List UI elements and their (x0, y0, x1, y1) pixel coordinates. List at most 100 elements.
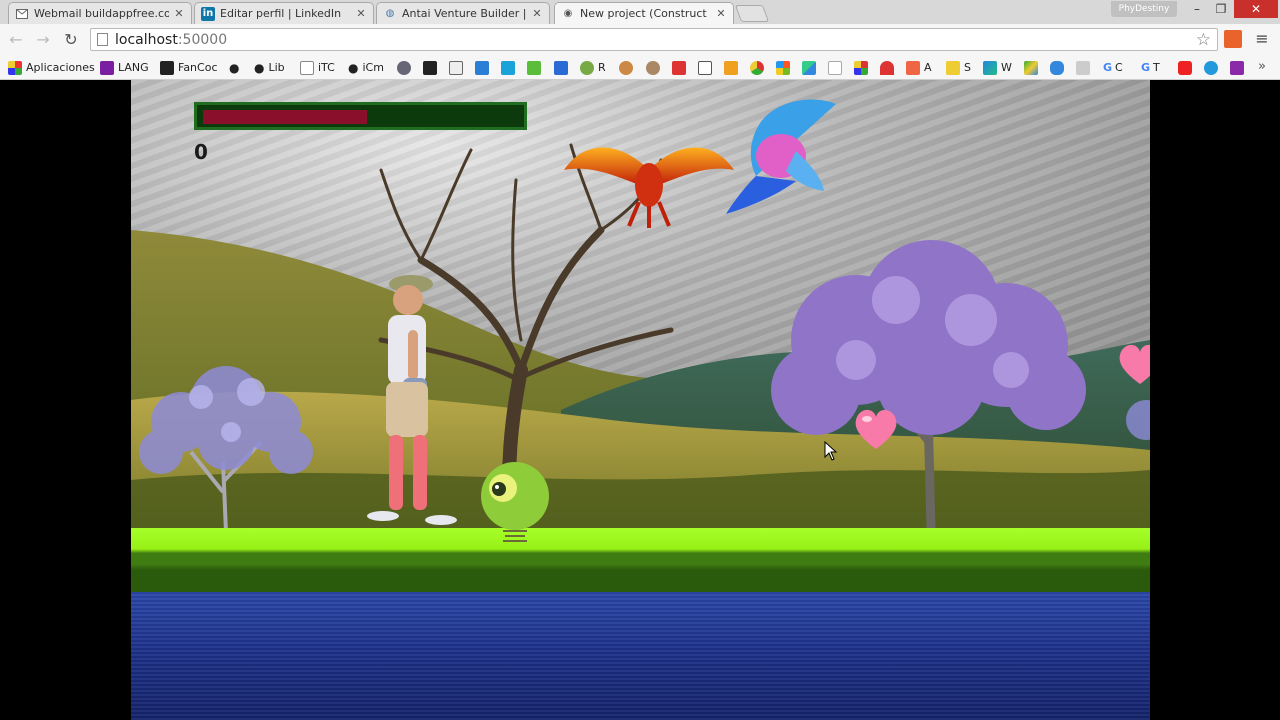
bookmark-icon-only[interactable] (1050, 59, 1068, 76)
jacaranda-tree (771, 240, 1086, 530)
bookmark-c[interactable]: G C (1103, 59, 1123, 76)
bookmark-a[interactable]: A (906, 59, 932, 76)
bookmarks-bar: Aplicaciones LANG FanCoc ● ● Lib iTC ● i… (0, 55, 1280, 80)
bookmark-label: FanCoc (178, 61, 218, 74)
restore-icon[interactable]: ❐ (1208, 0, 1234, 18)
tab-title: Editar perfil | LinkedIn (220, 7, 342, 20)
close-icon[interactable]: ✕ (531, 7, 543, 20)
bookmark-icon-only[interactable] (698, 59, 716, 76)
bookmark-icon (160, 60, 174, 75)
bookmark-label: iCm (362, 61, 384, 74)
health-bar (194, 102, 527, 130)
url-text: localhost:50000 (115, 32, 227, 48)
bookmark-label: S (964, 61, 971, 74)
bookmark-icon-only[interactable] (1204, 59, 1222, 76)
game-canvas[interactable]: 0 (131, 80, 1150, 720)
bookmark-icon-only[interactable] (802, 59, 820, 76)
bolt-icon (946, 60, 960, 75)
drive-icon (1024, 60, 1038, 75)
more-bookmarks-icon[interactable]: » (1258, 59, 1266, 74)
bookmark-icon-only[interactable] (1024, 59, 1042, 76)
page-icon (97, 33, 108, 46)
bookmark-itc[interactable]: iTC (300, 59, 335, 76)
bookmark-icm[interactable]: ● iCm (348, 59, 384, 76)
windows-icon (776, 60, 790, 75)
menu-icon[interactable]: ≡ (1255, 30, 1269, 48)
tab-title: New project (Construct 2 (580, 7, 711, 20)
tab-linkedin[interactable]: in Editar perfil | LinkedIn ✕ (194, 2, 374, 24)
bookmark-icon-only[interactable] (449, 59, 467, 76)
close-icon[interactable]: ✕ (715, 7, 727, 20)
partial-lilac-tree (1126, 400, 1150, 440)
bookmark-icon-only[interactable] (750, 59, 768, 76)
bookmark-fancoc[interactable]: FanCoc (160, 59, 218, 76)
reload-icon[interactable]: ↻ (60, 29, 82, 51)
bookmark-star-icon[interactable]: ☆ (1196, 30, 1211, 50)
people-icon (580, 60, 594, 75)
bookmark-icon (100, 60, 114, 75)
globe-icon: ◍ (385, 8, 395, 19)
bookmark-r[interactable]: R (580, 59, 606, 76)
minimize-icon[interactable]: – (1184, 0, 1210, 18)
extension-icon[interactable] (1224, 30, 1242, 48)
health-bar-fill (203, 110, 367, 124)
purple-app-icon (1230, 60, 1244, 75)
bookmark-aplicaciones[interactable]: Aplicaciones (8, 59, 95, 76)
upwork-icon (527, 60, 541, 75)
bookmark-icon-only[interactable] (672, 59, 690, 76)
bookmark-icon (300, 60, 314, 75)
browser-toolbar: ← → ↻ localhost:50000 ☆ (0, 24, 1280, 55)
bookmark-lang[interactable]: LANG (100, 59, 149, 76)
google-icon: G (1103, 61, 1113, 74)
play-store-icon (802, 60, 816, 75)
bookmark-icon-only[interactable] (1230, 59, 1248, 76)
tab-antai[interactable]: ◍ Antai Venture Builder | Tal ✕ (376, 2, 550, 24)
close-icon[interactable]: ✕ (355, 7, 367, 20)
forward-arrow-icon[interactable]: → (32, 29, 54, 51)
bookmark-icon-only[interactable] (646, 59, 664, 76)
new-tab-button[interactable] (734, 5, 770, 22)
tab-new-project[interactable]: ◉ New project (Construct 2 ✕ (554, 2, 734, 24)
bookmark-icon-only[interactable] (527, 59, 545, 76)
bookmark-icon-only[interactable] (397, 59, 415, 76)
bookmark-lib[interactable]: ● Lib (254, 59, 285, 76)
github-icon (397, 60, 411, 75)
water (131, 592, 1150, 720)
back-arrow-icon[interactable]: ← (5, 29, 27, 51)
g-icon (854, 60, 868, 75)
bookmark-apple[interactable]: ● (229, 59, 239, 76)
bank-icon (1076, 60, 1090, 75)
tab-strip: Webmail buildappfree.com ✕ in Editar per… (0, 0, 1280, 24)
bookmark-icon-only[interactable] (724, 59, 742, 76)
chart-icon (906, 60, 920, 75)
bookmark-icon-only[interactable] (828, 59, 846, 76)
apps-grid-icon (8, 60, 22, 75)
address-bar[interactable]: localhost:50000 ☆ (90, 28, 1218, 51)
google-icon: G (1141, 61, 1151, 74)
bookmark-icon-only[interactable] (1076, 59, 1094, 76)
tab-webmail[interactable]: Webmail buildappfree.com ✕ (8, 2, 192, 24)
bookmark-icon-only[interactable] (423, 59, 441, 76)
bookmark-icon-only[interactable] (880, 59, 898, 76)
chrome-icon (750, 60, 764, 75)
cloud-icon (1050, 60, 1064, 75)
bookmark-label: W (1001, 61, 1012, 74)
bookmark-s[interactable]: S (946, 59, 971, 76)
amazon-icon (828, 60, 842, 75)
bookmark-w[interactable]: W (983, 59, 1012, 76)
bookmark-icon-only[interactable] (501, 59, 519, 76)
bookmark-icon-only[interactable] (1178, 59, 1196, 76)
score-counter: 0 (194, 140, 208, 164)
bookmark-icon-only[interactable] (776, 59, 794, 76)
gmail-icon (672, 60, 686, 75)
window-close-icon[interactable]: ✕ (1234, 0, 1278, 18)
close-icon[interactable]: ✕ (173, 7, 185, 20)
bookmark-label: Aplicaciones (26, 61, 95, 74)
bookmark-icon-only[interactable] (854, 59, 872, 76)
bookmark-icon-only[interactable] (475, 59, 493, 76)
bookmark-t[interactable]: G T (1141, 59, 1160, 76)
bookmark-label: A (924, 61, 932, 74)
bookmark-icon-only[interactable] (554, 59, 572, 76)
profile-button[interactable]: PhyDestiny (1111, 1, 1177, 17)
bookmark-icon-only[interactable] (619, 59, 637, 76)
